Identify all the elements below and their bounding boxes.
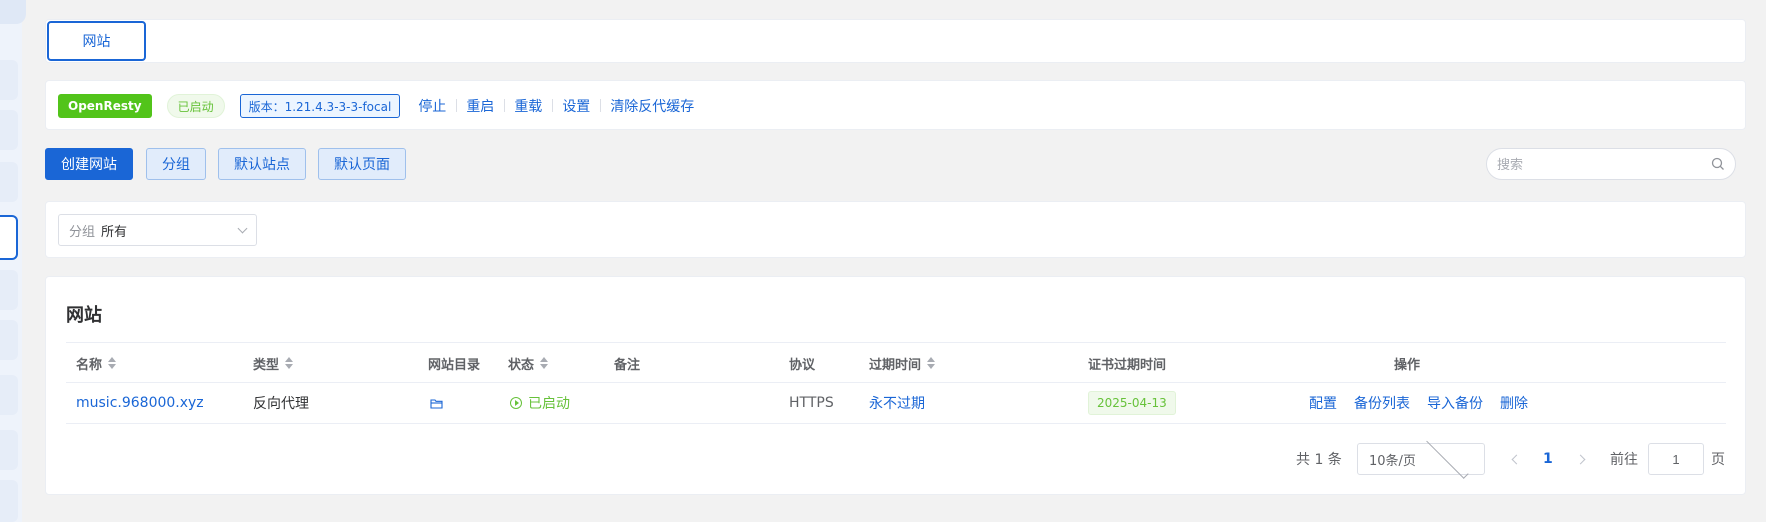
stop-button[interactable]: 停止 xyxy=(408,96,456,116)
cert-expire-cell: 2025-04-13 xyxy=(1088,383,1176,423)
website-table: 名称 类型 网站目录 状态 备注 协议 过期时间 证书过期时间 操作 music… xyxy=(66,342,1726,424)
table-title: 网站 xyxy=(66,305,102,326)
goto-label: 前往 xyxy=(1610,452,1638,468)
delete-button[interactable]: 删除 xyxy=(1500,393,1528,413)
play-circle-icon xyxy=(510,397,522,409)
table-row: music.968000.xyz 反向代理 已启动 HTTPS 永不过期 202… xyxy=(66,383,1726,424)
sort-icon[interactable] xyxy=(108,357,117,369)
group-filter-value: 所有 xyxy=(101,224,128,240)
column-header-protocol: 协议 xyxy=(789,357,816,373)
column-header-name[interactable]: 名称 xyxy=(76,343,117,383)
website-protocol: HTTPS xyxy=(789,395,834,411)
sort-icon[interactable] xyxy=(927,357,936,369)
goto-page-input[interactable] xyxy=(1648,443,1704,475)
tab-bar: 网站 xyxy=(45,19,1746,63)
create-website-button[interactable]: 创建网站 xyxy=(45,148,133,180)
default-page-button[interactable]: 默认页面 xyxy=(318,148,406,180)
website-status[interactable]: 已启动 xyxy=(510,383,570,423)
import-backup-button[interactable]: 导入备份 xyxy=(1427,393,1483,413)
search-input[interactable] xyxy=(1497,156,1711,172)
page-suffix: 页 xyxy=(1711,452,1725,468)
sidebar-item-active[interactable] xyxy=(0,215,18,260)
default-site-button[interactable]: 默认站点 xyxy=(218,148,306,180)
column-header-type[interactable]: 类型 xyxy=(253,343,294,383)
tab-website[interactable]: 网站 xyxy=(47,21,146,61)
column-header-dir: 网站目录 xyxy=(428,357,481,373)
row-actions: 配置 备份列表 导入备份 删除 xyxy=(1309,383,1545,423)
column-header-status[interactable]: 状态 xyxy=(508,343,549,383)
chevron-left-icon xyxy=(1511,454,1522,464)
column-header-cert-expire: 证书过期时间 xyxy=(1088,357,1167,373)
sort-icon[interactable] xyxy=(285,357,294,369)
group-button[interactable]: 分组 xyxy=(146,148,206,180)
page-size-select[interactable]: 10条/页 xyxy=(1357,436,1485,479)
group-filter-label: 分组 xyxy=(69,224,96,240)
sort-icon[interactable] xyxy=(540,357,549,369)
sidebar-item[interactable] xyxy=(0,480,18,522)
sidebar-item[interactable] xyxy=(0,320,18,360)
prev-page-button[interactable] xyxy=(1511,443,1522,475)
restart-button[interactable]: 重启 xyxy=(456,96,504,116)
reload-button[interactable]: 重载 xyxy=(504,96,552,116)
folder-icon[interactable] xyxy=(430,383,443,423)
server-status-bar: OpenResty 已启动 版本：1.21.4.3-3-3-focal 停止 重… xyxy=(45,80,1746,130)
sidebar-item[interactable] xyxy=(0,110,18,150)
sidebar xyxy=(0,0,22,522)
website-table-card: 网站 名称 类型 网站目录 状态 备注 协议 过期时间 证书过期时间 操作 mu… xyxy=(45,276,1746,495)
website-name-link[interactable]: music.968000.xyz xyxy=(76,383,204,423)
sidebar-item[interactable] xyxy=(0,430,18,470)
server-status-badge: 已启动 xyxy=(166,94,225,118)
column-header-expire[interactable]: 过期时间 xyxy=(869,343,936,383)
chevron-right-icon xyxy=(1575,454,1586,464)
cert-expire-badge: 2025-04-13 xyxy=(1088,391,1176,415)
config-button[interactable]: 配置 xyxy=(1309,393,1337,413)
search-icon[interactable] xyxy=(1711,157,1725,171)
filter-card: 分组 所有 xyxy=(45,201,1746,258)
backup-list-button[interactable]: 备份列表 xyxy=(1354,393,1410,413)
sidebar-item[interactable] xyxy=(0,270,18,310)
server-version-tag: 版本：1.21.4.3-3-3-focal xyxy=(239,94,401,118)
website-expire-link[interactable]: 永不过期 xyxy=(869,383,925,423)
page-size-value: 10条/页 xyxy=(1369,453,1416,469)
sidebar-item[interactable] xyxy=(0,162,18,202)
sidebar-corner xyxy=(0,0,26,24)
chevron-down-icon xyxy=(237,223,248,234)
sidebar-item[interactable] xyxy=(0,375,18,415)
page-number-current[interactable]: 1 xyxy=(1543,443,1553,475)
clear-proxy-cache-button[interactable]: 清除反代缓存 xyxy=(600,96,704,116)
next-page-button[interactable] xyxy=(1575,443,1586,475)
column-header-remark: 备注 xyxy=(614,357,641,373)
server-name-tag: OpenResty xyxy=(58,94,152,118)
chevron-down-icon xyxy=(1425,436,1468,479)
pagination-total: 共 1 条 xyxy=(1296,452,1342,468)
sidebar-item[interactable] xyxy=(0,60,18,100)
search-box xyxy=(1486,148,1736,180)
group-filter-select[interactable]: 分组 所有 xyxy=(58,214,257,246)
column-header-actions: 操作 xyxy=(1394,357,1421,373)
table-header-row: 名称 类型 网站目录 状态 备注 协议 过期时间 证书过期时间 操作 xyxy=(66,342,1726,383)
settings-button[interactable]: 设置 xyxy=(552,96,600,116)
website-type: 反向代理 xyxy=(253,396,309,412)
